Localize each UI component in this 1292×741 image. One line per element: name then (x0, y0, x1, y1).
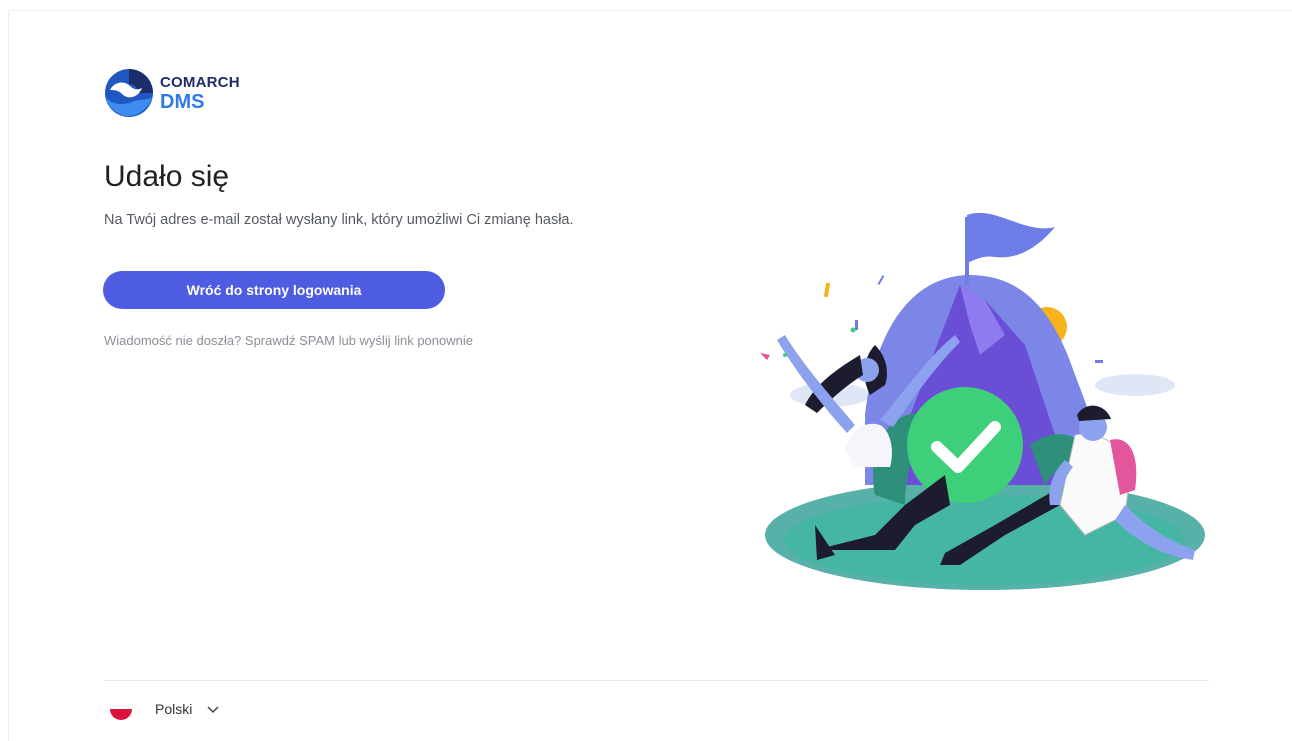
footer-divider (104, 680, 1209, 681)
back-to-login-button[interactable]: Wróć do strony logowania (103, 271, 445, 309)
comarch-dms-logo: COMARCH DMS (104, 68, 240, 118)
chevron-down-icon (207, 706, 219, 714)
poland-flag-icon (110, 698, 132, 720)
brand-name: COMARCH (160, 73, 240, 91)
success-message: Na Twój adres e-mail został wysłany link… (104, 212, 574, 228)
page-title: Udało się (104, 160, 230, 193)
product-name: DMS (160, 90, 205, 113)
language-selector[interactable]: Polski (110, 698, 220, 720)
resend-link[interactable]: Wiadomość nie doszła? Sprawdź SPAM lub w… (104, 333, 473, 348)
comarch-logo-icon (105, 69, 153, 117)
success-illustration (760, 212, 1205, 590)
logo-text: COMARCH DMS (160, 75, 240, 112)
language-label: Polski (155, 701, 193, 717)
